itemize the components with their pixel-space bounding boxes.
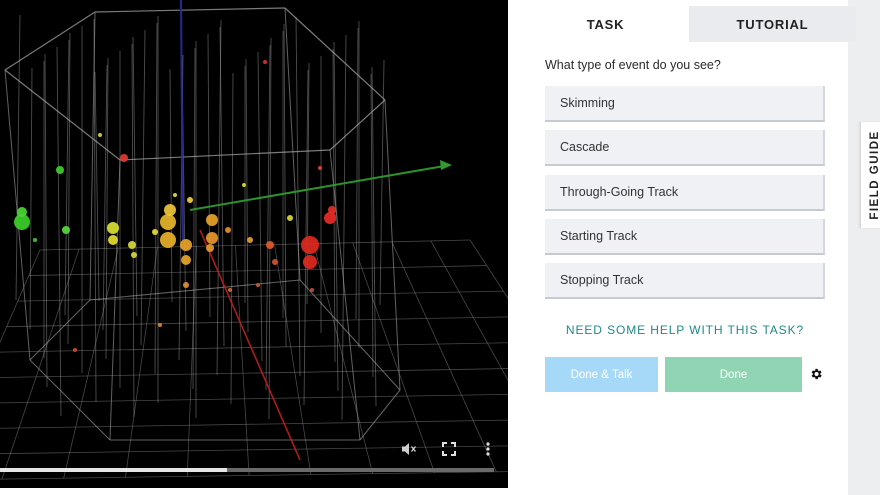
tab-task[interactable]: TASK <box>522 6 689 42</box>
video-menu-button[interactable] <box>475 436 501 462</box>
task-question: What type of event do you see? <box>545 58 721 72</box>
classification-panel: TASK TUTORIAL What type of event do you … <box>508 0 880 495</box>
fullscreen-icon <box>442 442 456 456</box>
done-button[interactable]: Done <box>665 357 802 392</box>
answer-through-going-track[interactable]: Through-Going Track <box>545 175 825 211</box>
speaker-muted-icon <box>402 443 417 455</box>
fullscreen-button[interactable] <box>436 436 462 462</box>
answer-skimming[interactable]: Skimming <box>545 86 825 122</box>
gear-icon[interactable] <box>809 366 823 382</box>
done-and-talk-button[interactable]: Done & Talk <box>545 357 658 392</box>
detector-3d-scene <box>0 0 508 480</box>
task-tabs: TASK TUTORIAL <box>522 6 856 42</box>
mute-button[interactable] <box>396 436 422 462</box>
answer-stopping-track[interactable]: Stopping Track <box>545 263 825 299</box>
event-video-viewer[interactable] <box>0 0 508 488</box>
help-link[interactable]: NEED SOME HELP WITH THIS TASK? <box>545 323 825 337</box>
answer-cascade[interactable]: Cascade <box>545 130 825 166</box>
video-progress-bar[interactable] <box>0 468 494 472</box>
more-vertical-icon <box>486 442 490 456</box>
side-rail <box>848 0 880 495</box>
field-guide-label: FIELD GUIDE <box>869 130 880 220</box>
field-guide-tab[interactable]: FIELD GUIDE <box>860 122 880 228</box>
answer-starting-track[interactable]: Starting Track <box>545 219 825 255</box>
video-progress-fill <box>0 468 228 472</box>
tab-tutorial[interactable]: TUTORIAL <box>689 6 856 42</box>
